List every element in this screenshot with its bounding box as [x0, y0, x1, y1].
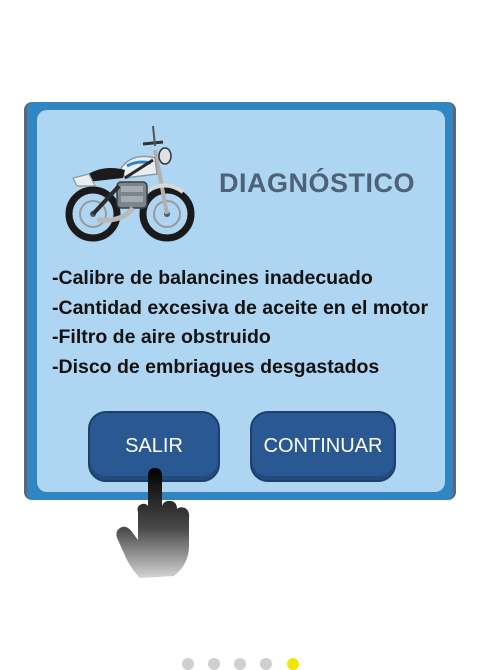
- diagnosis-item: -Filtro de aire obstruido: [52, 326, 271, 348]
- diagnosis-item: -Cantidad excesiva de aceite en el motor: [52, 296, 429, 319]
- continue-button[interactable]: CONTINUAR: [250, 411, 396, 482]
- page-dot[interactable]: [182, 658, 194, 670]
- pointing-hand-icon: [116, 468, 190, 578]
- page-dot-active[interactable]: [287, 658, 299, 670]
- dialog-title: DIAGNÓSTICO: [218, 168, 415, 198]
- page-indicator: [0, 658, 480, 670]
- motorcycle-image: [65, 125, 195, 242]
- diagnosis-panel: DIAGNÓSTICO -Calibre de balancines inade…: [37, 110, 445, 492]
- diagnosis-item: -Disco de embriagues desgastados: [52, 355, 380, 378]
- diagnosis-item: -Calibre de balancines inadecuado: [52, 267, 373, 289]
- page-dot[interactable]: [208, 658, 220, 670]
- diagnosis-dialog: DIAGNÓSTICO -Calibre de balancines inade…: [24, 102, 456, 500]
- page-dot[interactable]: [234, 658, 246, 670]
- page-dot[interactable]: [260, 658, 272, 670]
- diagnosis-list: -Calibre de balancines inadecuado -Canti…: [52, 264, 441, 382]
